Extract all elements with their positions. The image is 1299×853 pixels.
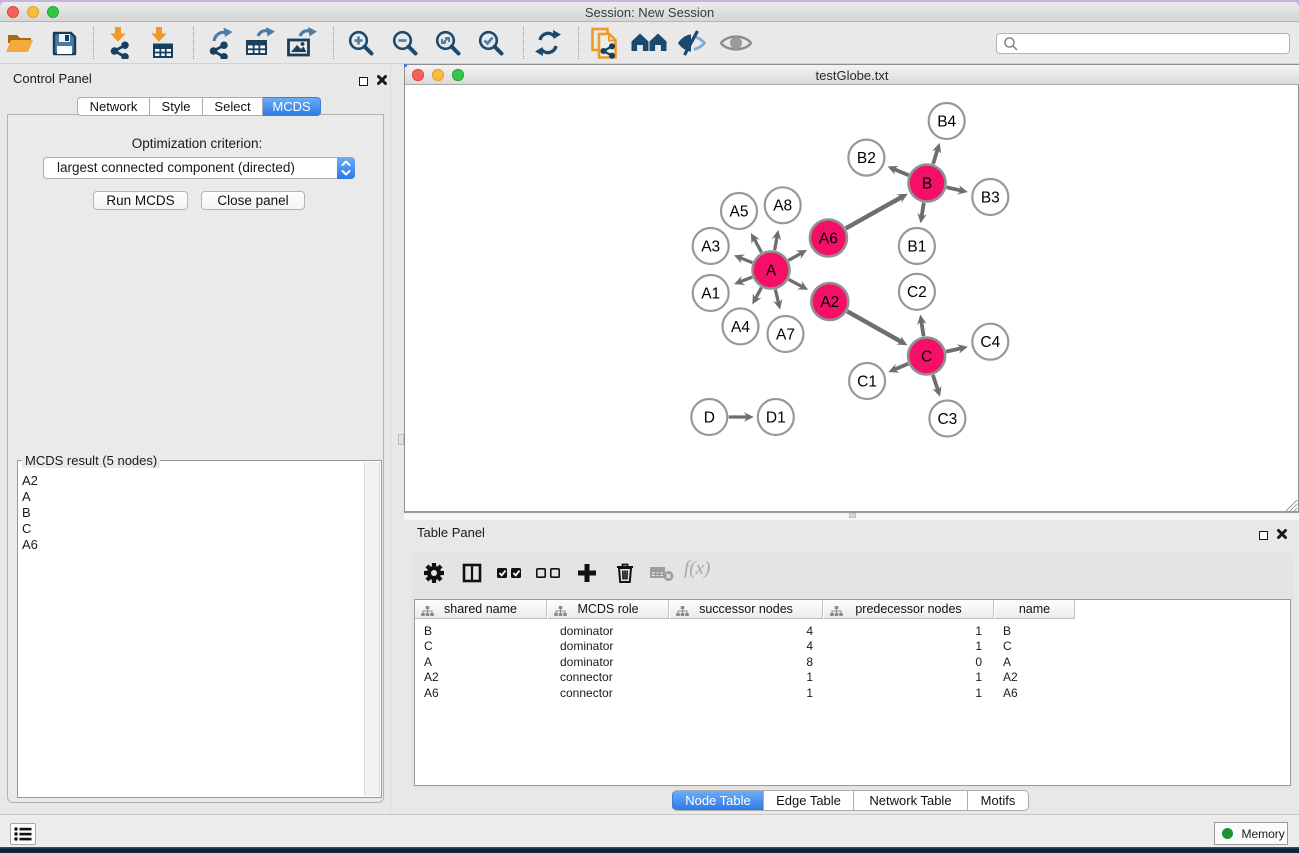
- svg-text:B4: B4: [937, 113, 956, 130]
- svg-text:A4: A4: [731, 319, 750, 336]
- svg-text:D: D: [704, 409, 715, 426]
- svg-text:A5: A5: [730, 203, 749, 220]
- svg-text:B1: B1: [907, 238, 926, 255]
- svg-text:A1: A1: [701, 285, 720, 302]
- svg-text:C4: C4: [980, 334, 1000, 351]
- svg-text:A6: A6: [819, 230, 838, 247]
- svg-text:C: C: [921, 348, 932, 365]
- svg-text:A7: A7: [776, 326, 795, 343]
- svg-text:A: A: [766, 262, 777, 279]
- svg-text:C1: C1: [857, 373, 877, 390]
- svg-text:A3: A3: [701, 238, 720, 255]
- svg-text:B3: B3: [981, 189, 1000, 206]
- svg-text:D1: D1: [766, 409, 786, 426]
- svg-text:A8: A8: [773, 198, 792, 215]
- svg-text:A2: A2: [820, 294, 839, 311]
- svg-text:B2: B2: [857, 150, 876, 167]
- svg-text:C3: C3: [937, 411, 957, 428]
- svg-text:B: B: [922, 175, 932, 192]
- svg-text:C2: C2: [907, 284, 927, 301]
